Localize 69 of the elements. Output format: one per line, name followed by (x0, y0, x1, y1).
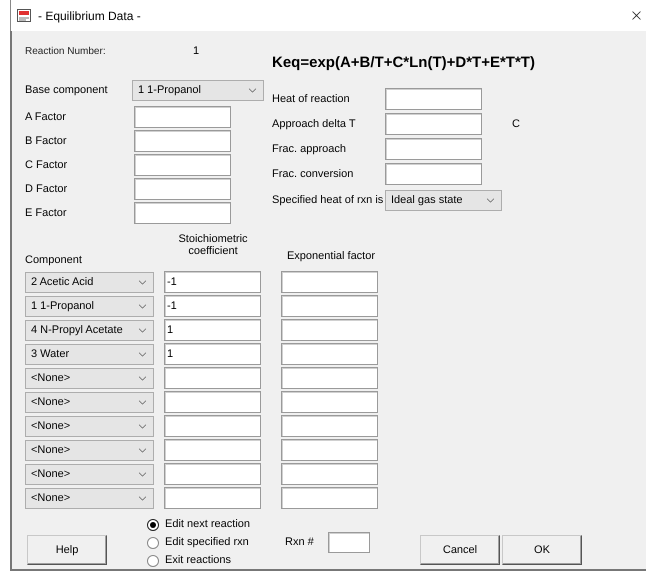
reaction-number: 1 (193, 44, 200, 59)
document-icon (16, 8, 32, 24)
exponent-input[interactable] (281, 343, 378, 365)
help-button[interactable]: Help (27, 535, 107, 565)
exponent-input[interactable] (281, 415, 378, 437)
radio-option[interactable]: Exit reactions (147, 553, 232, 568)
coefficient-input[interactable] (164, 439, 261, 461)
heat-input[interactable] (385, 113, 482, 135)
exponent-input[interactable] (281, 319, 378, 341)
field-label: C Factor (25, 158, 68, 173)
factor-input[interactable] (134, 106, 231, 128)
unit-label: C (512, 116, 520, 132)
rxn-number-input[interactable] (328, 532, 370, 552)
coefficient-input[interactable]: 1 (164, 343, 261, 365)
exponent-input[interactable] (281, 295, 378, 317)
column-header: Component (25, 252, 83, 268)
component-select[interactable]: <None> (25, 416, 154, 436)
heat-input[interactable] (385, 163, 482, 185)
coefficient-input[interactable]: 1 (164, 319, 261, 341)
field-label: Frac. conversion (272, 166, 354, 182)
factor-input[interactable] (134, 178, 231, 200)
heat-input[interactable] (385, 88, 482, 110)
component-select[interactable]: 4 N-Propyl Acetate (25, 320, 154, 340)
field-label: Approach delta T (272, 116, 357, 132)
component-select[interactable]: <None> (25, 368, 154, 388)
heat-input[interactable] (385, 138, 482, 160)
field-label: Specified heat of rxn is (272, 193, 384, 208)
component-select[interactable]: 3 Water (25, 344, 154, 364)
field-label: D Factor (25, 182, 68, 197)
component-select[interactable]: <None> (25, 392, 154, 412)
ok-button[interactable]: OK (502, 535, 582, 565)
base-component-select[interactable]: 1 1-Propanol (132, 80, 264, 101)
field-label: Rxn # (285, 534, 314, 550)
component-select[interactable]: 2 Acetic Acid (25, 272, 154, 292)
coefficient-input[interactable] (164, 487, 261, 509)
component-select[interactable]: 1 1-Propanol (25, 296, 154, 316)
field-label: Reaction Number: (25, 44, 107, 58)
window-title: - Equilibrium Data - (38, 8, 141, 24)
exponent-input[interactable] (281, 271, 378, 293)
column-header: Exponential factor (286, 248, 376, 264)
component-select[interactable]: <None> (25, 440, 154, 460)
exponent-input[interactable] (281, 463, 378, 485)
field-label: B Factor (25, 134, 68, 149)
heat-basis-select[interactable]: Ideal gas state (385, 190, 502, 211)
radio-option[interactable]: Edit specified rxn (147, 535, 249, 550)
cancel-button[interactable]: Cancel (420, 535, 500, 565)
component-select[interactable]: <None> (25, 464, 154, 484)
field-label: A Factor (25, 110, 67, 125)
coefficient-input[interactable] (164, 463, 261, 485)
radio-option[interactable]: Edit next reaction (147, 517, 250, 532)
equation-text: Keq=exp(A+B/T+C*Ln(T)+D*T+E*T*T) (272, 53, 535, 72)
coefficient-input[interactable] (164, 367, 261, 389)
coefficient-input[interactable]: -1 (164, 271, 261, 293)
coefficient-input[interactable] (164, 391, 261, 413)
field-label: E Factor (25, 206, 68, 221)
component-select[interactable]: <None> (25, 488, 154, 508)
field-label: Heat of reaction (272, 92, 351, 107)
coefficient-input[interactable]: -1 (164, 295, 261, 317)
field-label: Frac. approach (272, 142, 347, 157)
exponent-input[interactable] (281, 487, 378, 509)
column-header: Stoichiometric coefficient (177, 233, 249, 259)
factor-input[interactable] (134, 154, 231, 176)
exponent-input[interactable] (281, 439, 378, 461)
exponent-input[interactable] (281, 367, 378, 389)
factor-input[interactable] (134, 130, 231, 152)
field-label: Base component (25, 83, 109, 98)
factor-input[interactable] (134, 202, 231, 224)
exponent-input[interactable] (281, 391, 378, 413)
coefficient-input[interactable] (164, 415, 261, 437)
